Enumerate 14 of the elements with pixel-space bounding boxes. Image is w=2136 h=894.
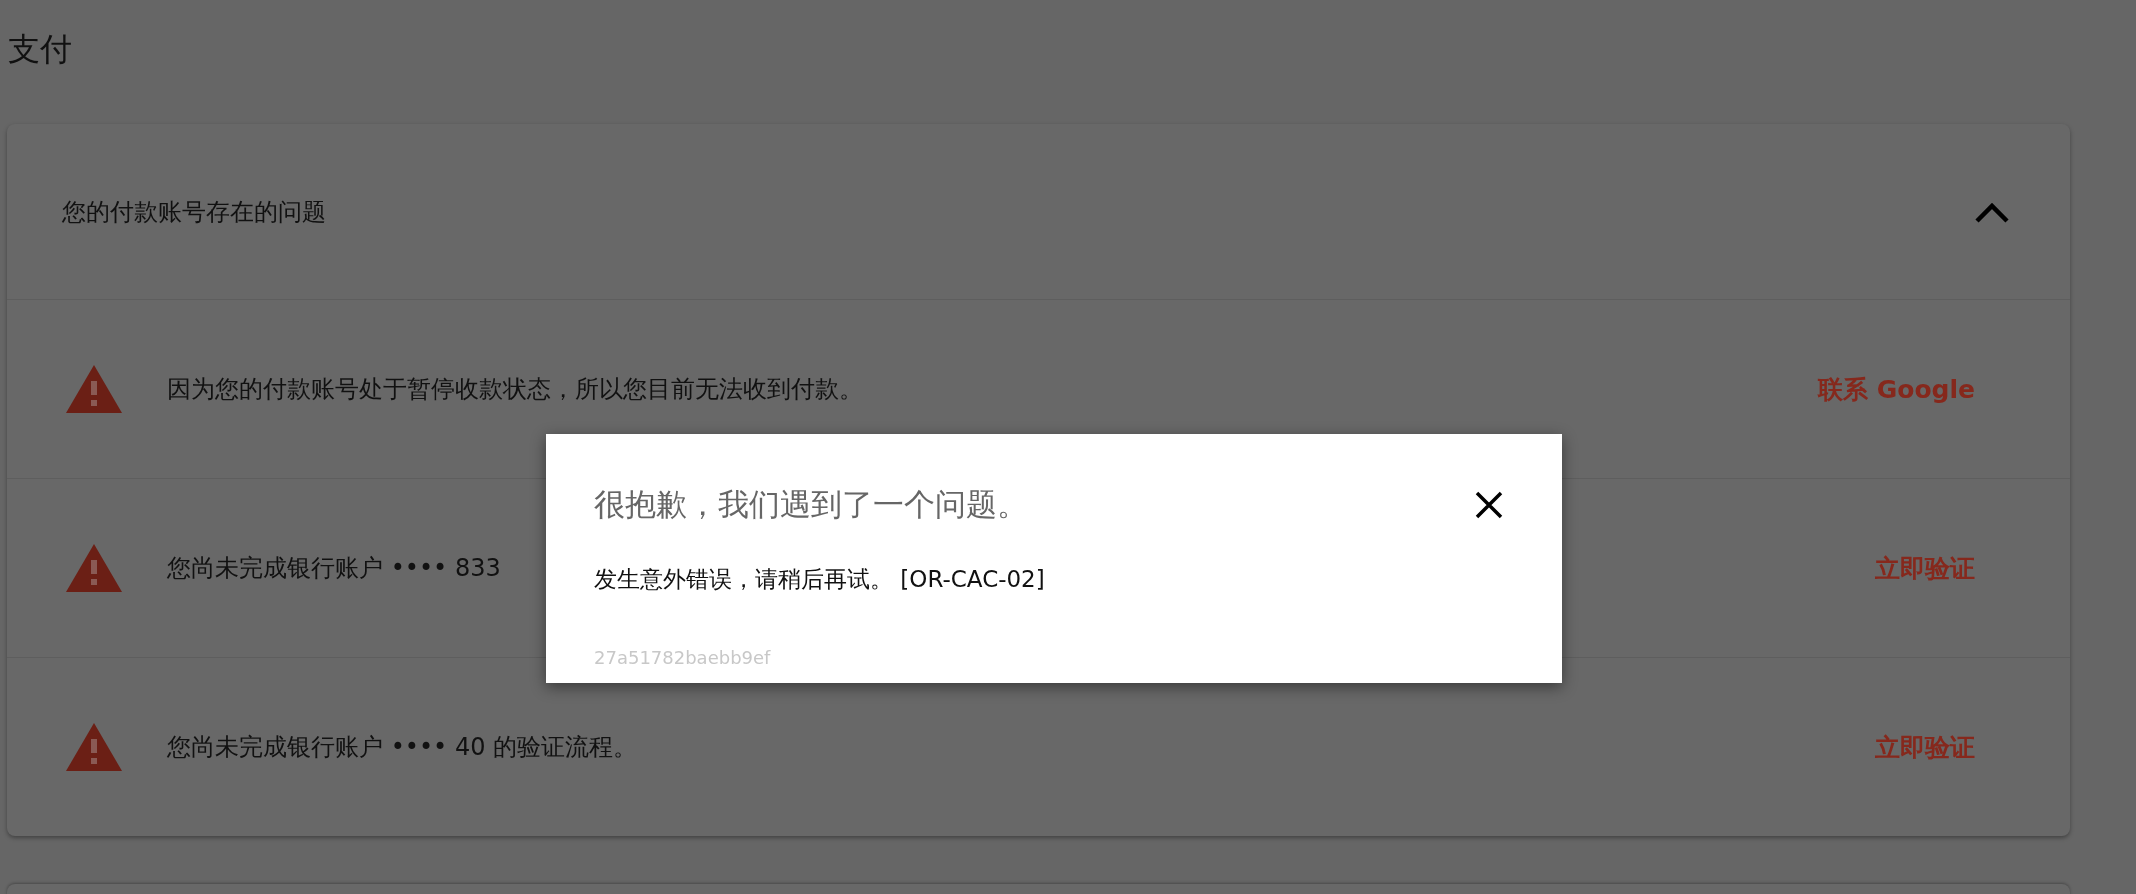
- page-title: 支付: [7, 29, 73, 70]
- dialog-message: 发生意外错误，请稍后再试。 [OR-CAC-02]: [594, 565, 1046, 594]
- action-link[interactable]: 联系 Google: [1818, 372, 1975, 406]
- issue-message: 您尚未完成银行账户 •••• 833: [167, 553, 501, 584]
- warning-icon: [65, 543, 123, 593]
- action-link[interactable]: 立即验证: [1875, 730, 1975, 764]
- issue-message: 您尚未完成银行账户 •••• 40 的验证流程。: [167, 732, 638, 763]
- issue-message: 因为您的付款账号处于暂停收款状态，所以您目前无法收到付款。: [167, 374, 863, 405]
- action-link[interactable]: 立即验证: [1875, 551, 1975, 585]
- warning-icon: [65, 722, 123, 772]
- warning-icon: [65, 364, 123, 414]
- panel-title: 您的付款账号存在的问题: [62, 196, 326, 228]
- dialog-title: 很抱歉，我们遇到了一个问题。: [594, 485, 1028, 524]
- close-icon[interactable]: [1474, 490, 1504, 520]
